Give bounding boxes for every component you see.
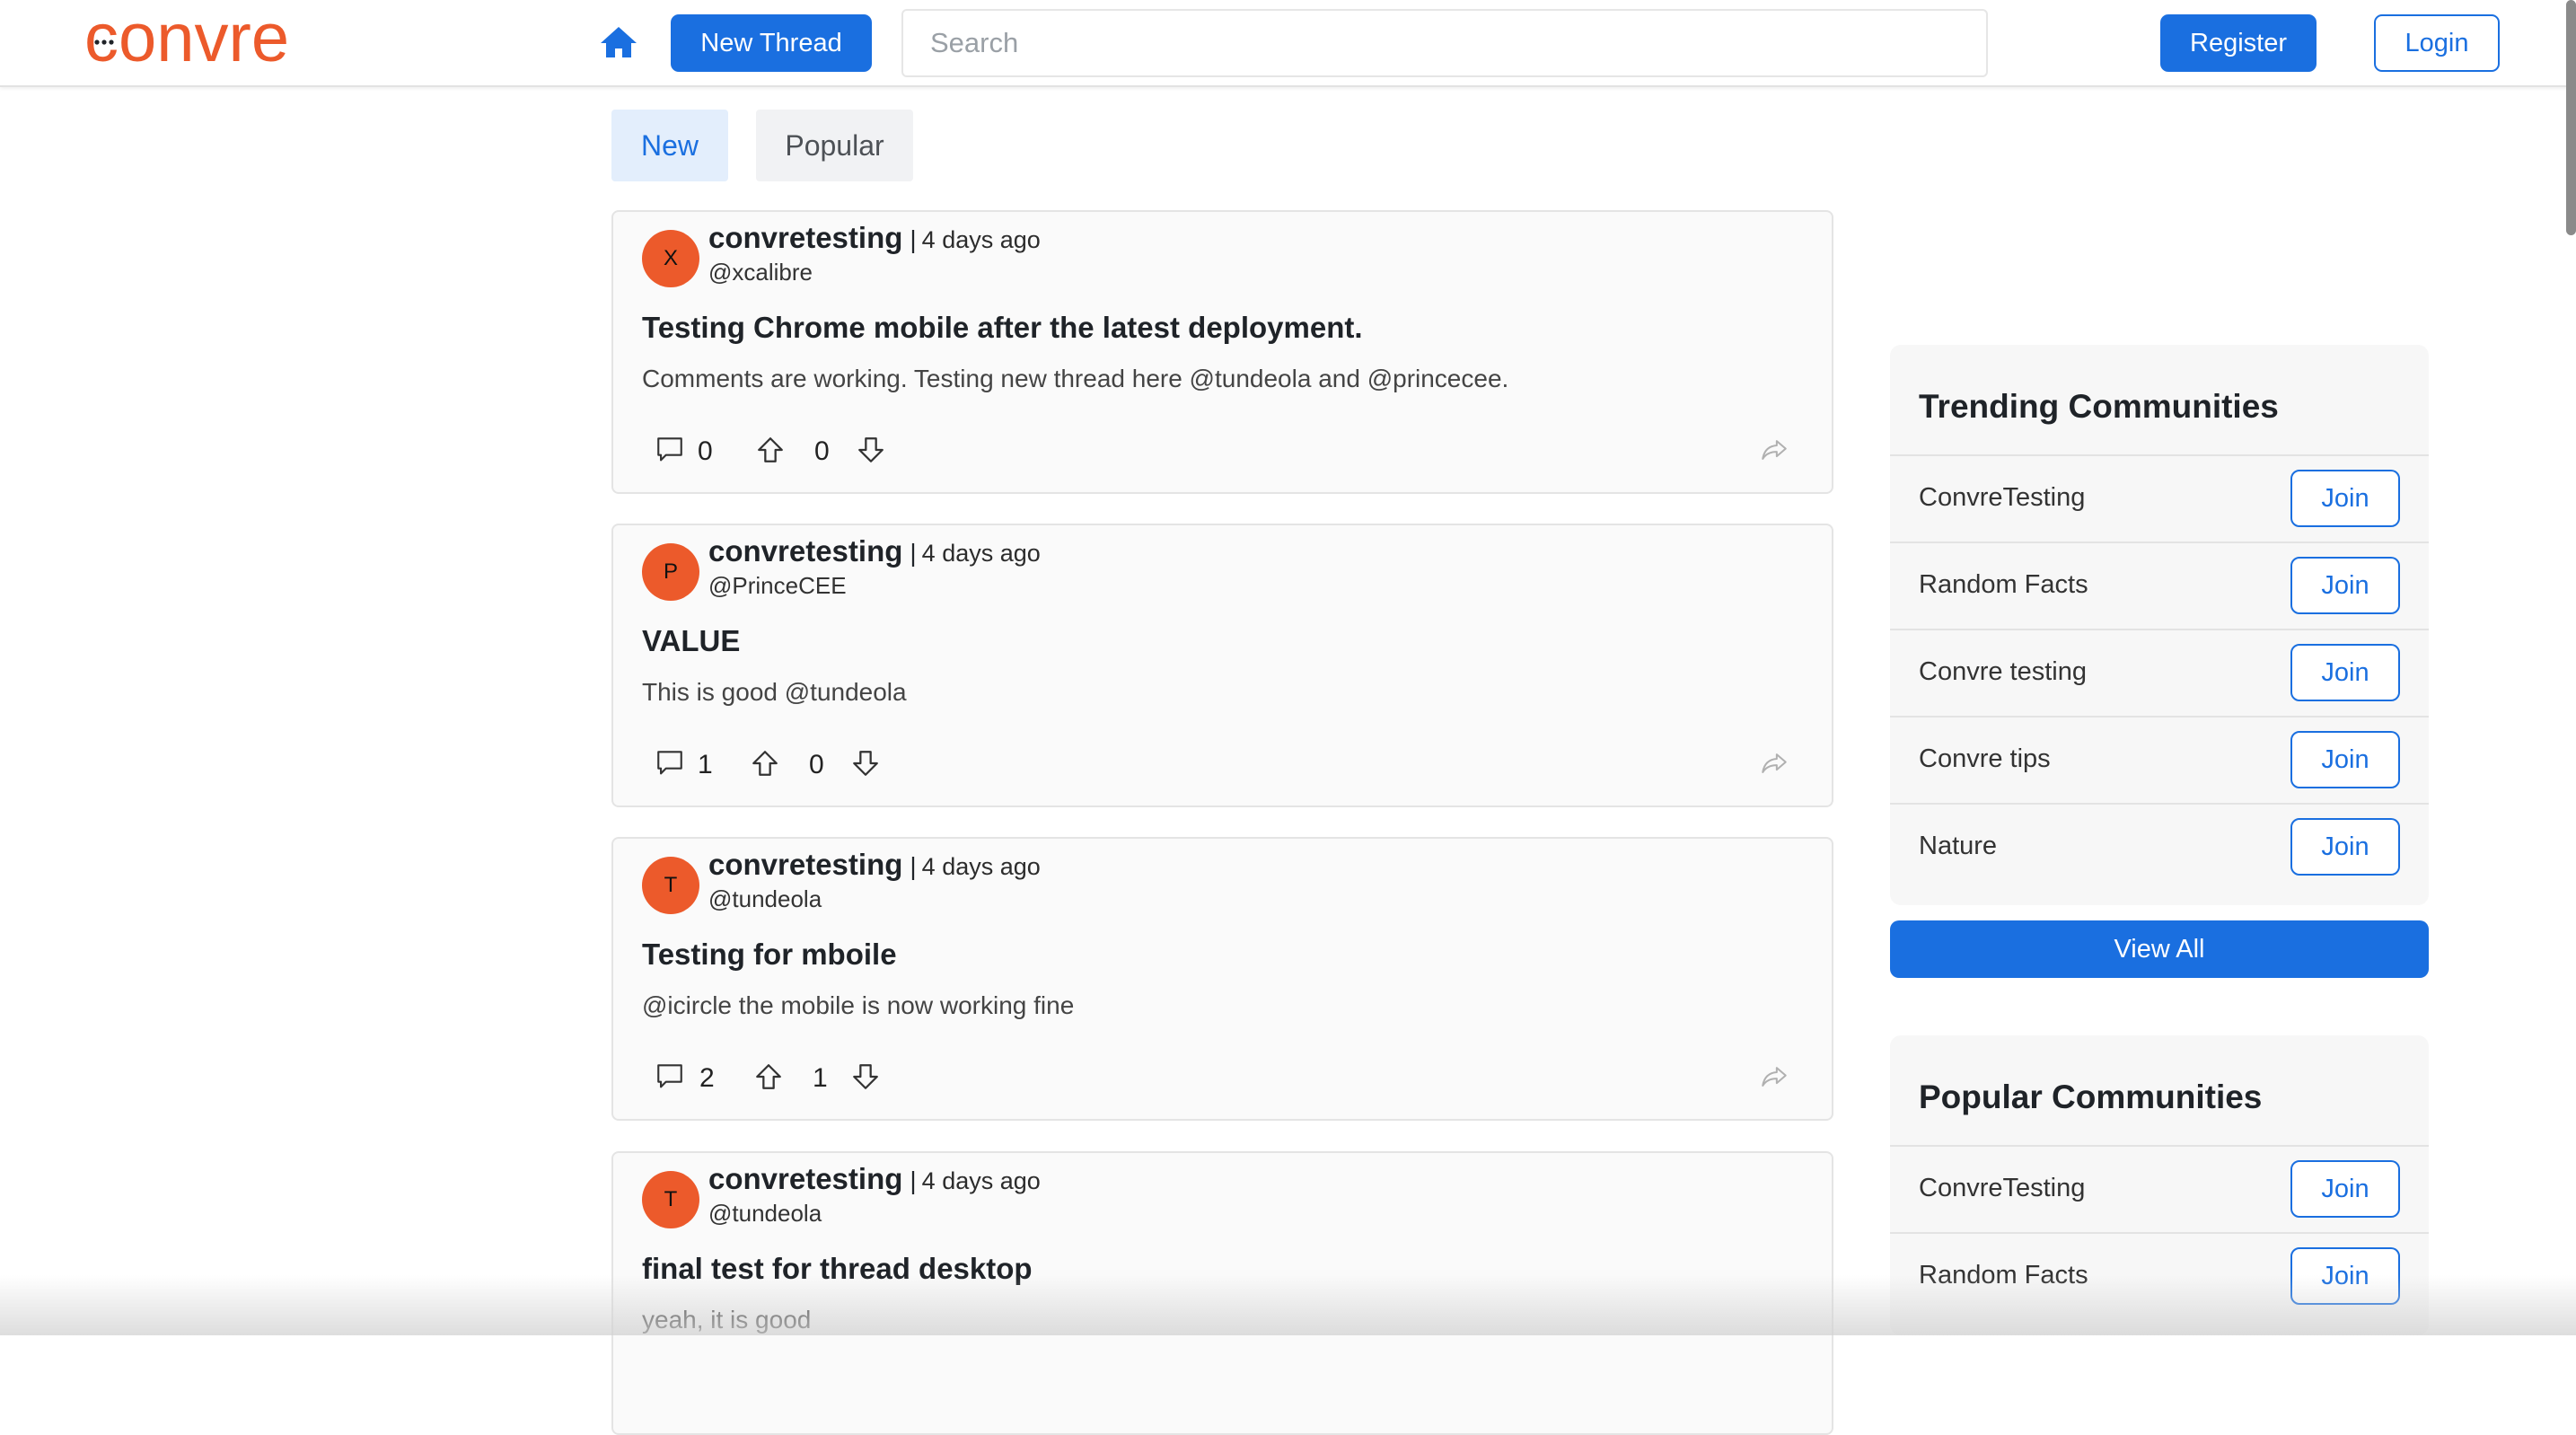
thread-actions: 2 1 (655, 1056, 1795, 1101)
community-name[interactable]: ConvreTesting (1919, 1174, 2085, 1203)
comment-count: 1 (698, 750, 713, 779)
vote-count: 0 (809, 750, 824, 779)
thread-title[interactable]: Testing Chrome mobile after the latest d… (642, 311, 1363, 345)
thread-actions: 0 0 (655, 429, 1795, 474)
community-row: Random Facts Join (1890, 1232, 2429, 1321)
logo-text: convre (84, 7, 289, 72)
downvote-icon[interactable] (850, 748, 881, 779)
thread-title[interactable]: Testing for mboile (642, 938, 897, 972)
author-name[interactable]: convretesting (708, 534, 902, 568)
register-button[interactable]: Register (2160, 14, 2317, 72)
share-icon[interactable] (1759, 748, 1789, 779)
thread-card[interactable]: X convretesting | 4 days ago @xcalibre Tes… (611, 210, 1833, 494)
thread-card[interactable]: T convretesting | 4 days ago @tundeola fin… (611, 1151, 1833, 1435)
join-button[interactable]: Join (2290, 1247, 2400, 1305)
tab-new[interactable]: New (611, 110, 728, 181)
separator: | (910, 539, 917, 567)
share-icon[interactable] (1759, 435, 1789, 465)
home-icon[interactable] (597, 22, 640, 65)
thread-author[interactable]: convretesting | 4 days ago (708, 534, 1041, 568)
join-button[interactable]: Join (2290, 731, 2400, 788)
community-name[interactable]: ConvreTesting (1919, 483, 2085, 513)
community-row: ConvreTesting Join (1890, 1145, 2429, 1234)
thread-title[interactable]: VALUE (642, 624, 740, 658)
separator: | (910, 1166, 917, 1194)
comment-icon[interactable] (655, 1061, 685, 1092)
downvote-icon[interactable] (850, 1061, 881, 1092)
comment-count: 0 (698, 436, 713, 466)
popular-communities-panel: Popular Communities ConvreTesting Join R… (1890, 1035, 2429, 1335)
community-name[interactable]: Random Facts (1919, 1261, 2088, 1290)
top-navbar: convre New Thread Register Login (0, 0, 2576, 87)
separator: | (910, 852, 917, 880)
join-button[interactable]: Join (2290, 557, 2400, 614)
community-row: Convre testing Join (1890, 629, 2429, 718)
share-icon[interactable] (1759, 1061, 1789, 1092)
thread-author[interactable]: convretesting | 4 days ago (708, 848, 1041, 882)
comment-count: 2 (699, 1063, 715, 1093)
timestamp: 4 days ago (921, 540, 1041, 567)
thread-card[interactable]: P convretesting | 4 days ago @PrinceCEE VA… (611, 524, 1833, 807)
new-thread-button[interactable]: New Thread (671, 14, 872, 72)
comment-icon[interactable] (655, 748, 685, 779)
thread-body: Comments are working. Testing new thread… (642, 365, 1509, 392)
join-button[interactable]: Join (2290, 818, 2400, 876)
timestamp: 4 days ago (921, 226, 1041, 253)
avatar[interactable]: X (642, 230, 699, 287)
author-name[interactable]: convretesting (708, 221, 902, 254)
vote-count: 1 (813, 1063, 828, 1093)
user-handle[interactable]: @xcalibre (708, 259, 813, 286)
community-name[interactable]: Random Facts (1919, 570, 2088, 600)
search-input[interactable] (901, 9, 1988, 77)
comment-icon[interactable] (655, 435, 685, 465)
community-name[interactable]: Convre tips (1919, 744, 2051, 774)
join-button[interactable]: Join (2290, 1160, 2400, 1218)
thread-actions: 1 0 (655, 743, 1795, 788)
thread-body: @icircle the mobile is now working fine (642, 991, 1075, 1019)
thread-body: This is good @tundeola (642, 678, 907, 706)
thread-title[interactable]: final test for thread desktop (642, 1252, 1033, 1286)
timestamp: 4 days ago (921, 1167, 1041, 1194)
view-all-button[interactable]: View All (1890, 920, 2429, 978)
author-name[interactable]: convretesting (708, 1162, 902, 1195)
avatar[interactable]: P (642, 543, 699, 601)
trending-communities-panel: Trending Communities ConvreTesting Join … (1890, 345, 2429, 905)
community-name[interactable]: Convre testing (1919, 657, 2087, 687)
user-handle[interactable]: @tundeola (708, 1200, 822, 1228)
user-handle[interactable]: @PrinceCEE (708, 572, 847, 600)
join-button[interactable]: Join (2290, 644, 2400, 701)
thread-author[interactable]: convretesting | 4 days ago (708, 221, 1041, 255)
community-row: Random Facts Join (1890, 541, 2429, 630)
community-row: Nature Join (1890, 803, 2429, 892)
scrollbar[interactable] (2566, 0, 2576, 235)
thread-author[interactable]: convretesting | 4 days ago (708, 1162, 1041, 1196)
avatar[interactable]: T (642, 857, 699, 914)
downvote-icon[interactable] (856, 435, 886, 465)
login-button[interactable]: Login (2374, 14, 2500, 72)
separator: | (910, 225, 917, 253)
thread-card[interactable]: T convretesting | 4 days ago @tundeola Tes… (611, 837, 1833, 1121)
timestamp: 4 days ago (921, 853, 1041, 880)
avatar[interactable]: T (642, 1171, 699, 1228)
community-row: Convre tips Join (1890, 716, 2429, 805)
user-handle[interactable]: @tundeola (708, 885, 822, 913)
author-name[interactable]: convretesting (708, 848, 902, 881)
upvote-icon[interactable] (755, 435, 786, 465)
community-name[interactable]: Nature (1919, 832, 1997, 861)
vote-count: 0 (814, 436, 830, 466)
tab-popular[interactable]: Popular (756, 110, 913, 181)
panel-title: Trending Communities (1919, 388, 2279, 425)
community-row: ConvreTesting Join (1890, 454, 2429, 543)
thread-body: yeah, it is good (642, 1306, 812, 1334)
upvote-icon[interactable] (753, 1061, 784, 1092)
convre-logo[interactable]: convre (84, 7, 363, 72)
join-button[interactable]: Join (2290, 470, 2400, 527)
panel-title: Popular Communities (1919, 1078, 2263, 1115)
upvote-icon[interactable] (750, 748, 780, 779)
